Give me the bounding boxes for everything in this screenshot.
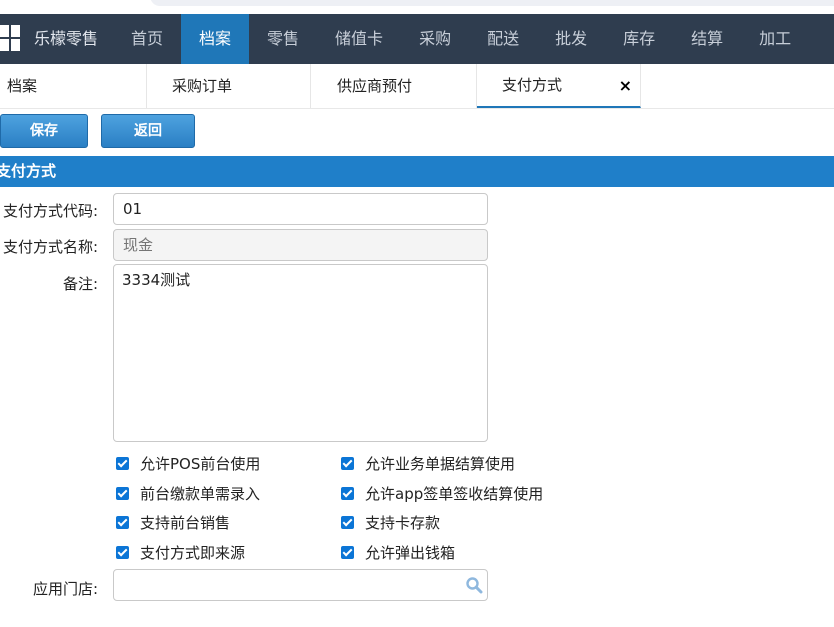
- checkbox-front-sales[interactable]: 支持前台销售: [116, 512, 230, 532]
- browser-top-strip: [0, 0, 834, 14]
- store-label: 应用门店:: [32, 580, 98, 598]
- section-header: 支付方式: [0, 156, 834, 187]
- checkbox-label: 前台缴款单需录入: [140, 484, 261, 503]
- checkbox-payment-slip-entry[interactable]: 前台缴款单需录入: [116, 483, 260, 503]
- nav-item-purchase[interactable]: 采购: [401, 14, 469, 64]
- checkbox-payment-is-source[interactable]: 支付方式即来源: [116, 542, 245, 562]
- checkbox-label: 允许app签单签收结算使用: [365, 484, 544, 503]
- windows-grid-icon[interactable]: [0, 25, 22, 53]
- nav-item-archive[interactable]: 档案: [181, 14, 250, 64]
- checkbox-checked-icon[interactable]: [116, 486, 129, 500]
- checkbox-checked-icon[interactable]: [341, 456, 354, 470]
- checkbox-checked-icon[interactable]: [341, 486, 354, 500]
- checkbox-allow-app-settlement[interactable]: 允许app签单签收结算使用: [341, 483, 543, 503]
- code-input[interactable]: [113, 193, 488, 225]
- checkbox-label: 允许业务单据结算使用: [365, 454, 516, 473]
- code-label: 支付方式代码:: [2, 202, 98, 220]
- checkbox-allow-business-settlement[interactable]: 允许业务单据结算使用: [341, 453, 515, 473]
- tab-payment-method[interactable]: 支付方式 ×: [477, 64, 641, 108]
- nav-item-retail[interactable]: 零售: [249, 14, 317, 64]
- tab-purchase-order[interactable]: 采购订单: [147, 64, 311, 108]
- section-title: 支付方式: [0, 162, 57, 180]
- nav-item-home[interactable]: 首页: [113, 14, 181, 64]
- name-label: 支付方式名称:: [2, 238, 98, 256]
- checkbox-cash-drawer[interactable]: 允许弹出钱箱: [341, 542, 455, 562]
- nav-item-settlement[interactable]: 结算: [673, 14, 741, 64]
- search-icon[interactable]: [465, 576, 483, 594]
- tab-label: 档案: [7, 77, 38, 95]
- save-button[interactable]: 保存: [0, 114, 88, 148]
- nav-item-delivery[interactable]: 配送: [469, 14, 537, 64]
- checkbox-checked-icon[interactable]: [341, 545, 354, 559]
- store-input[interactable]: [113, 569, 488, 601]
- nav-item-stored-value-card[interactable]: 储值卡: [317, 14, 401, 64]
- remark-textarea[interactable]: 3334测试: [113, 264, 488, 442]
- checkbox-checked-icon[interactable]: [341, 515, 354, 529]
- remark-label: 备注:: [62, 275, 98, 293]
- checkbox-checked-icon[interactable]: [116, 456, 129, 470]
- tab-bar: 档案 采购订单 供应商预付 支付方式 ×: [0, 64, 834, 109]
- checkbox-label: 支持前台销售: [140, 513, 231, 532]
- checkbox-label: 支付方式即来源: [140, 543, 246, 562]
- tab-archive[interactable]: 档案: [0, 64, 147, 108]
- tab-label: 采购订单: [172, 77, 233, 95]
- close-icon[interactable]: ×: [619, 65, 632, 107]
- nav-item-processing[interactable]: 加工: [741, 14, 809, 64]
- checkbox-checked-icon[interactable]: [116, 515, 129, 529]
- tab-label: 支付方式: [502, 76, 563, 94]
- nav-item-inventory[interactable]: 库存: [605, 14, 673, 64]
- back-button[interactable]: 返回: [101, 114, 195, 148]
- name-input[interactable]: [113, 229, 488, 261]
- brand-name: 乐檬零售: [34, 29, 99, 48]
- checkbox-label: 允许弹出钱箱: [365, 543, 456, 562]
- tab-supplier-prepay[interactable]: 供应商预付: [311, 64, 477, 108]
- nav-item-wholesale[interactable]: 批发: [537, 14, 605, 64]
- top-navigation: 乐檬零售 首页 档案 零售 储值卡 采购 配送 批发 库存 结算 加工: [0, 14, 834, 64]
- main-menu: 首页 档案 零售 储值卡 采购 配送 批发 库存 结算 加工: [113, 14, 809, 64]
- address-bar-edge: [150, 0, 834, 6]
- checkbox-checked-icon[interactable]: [116, 545, 129, 559]
- checkbox-allow-pos[interactable]: 允许POS前台使用: [116, 453, 260, 473]
- checkbox-card-deposit[interactable]: 支持卡存款: [341, 512, 440, 532]
- checkbox-label: 允许POS前台使用: [140, 454, 261, 473]
- tab-label: 供应商预付: [337, 77, 413, 95]
- checkbox-label: 支持卡存款: [365, 513, 441, 532]
